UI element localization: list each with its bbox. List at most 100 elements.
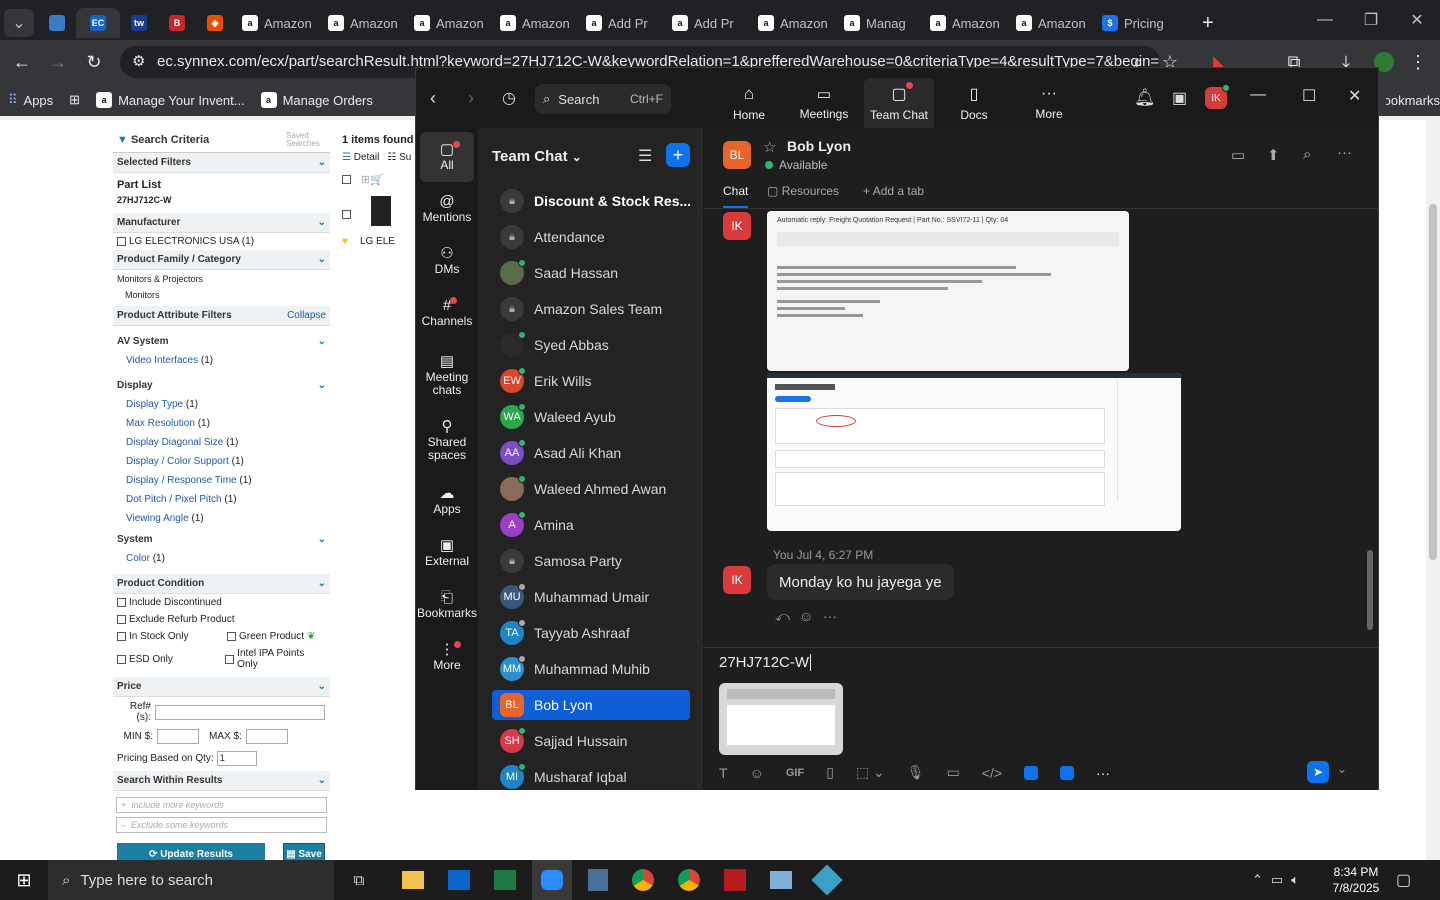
minimize-button[interactable]: — bbox=[1302, 0, 1348, 40]
forward-arrow-icon[interactable]: › bbox=[468, 88, 474, 109]
search-icon[interactable]: ⌕ bbox=[1303, 146, 1311, 163]
add-tab-button[interactable]: + Add a tab bbox=[863, 184, 924, 198]
code-snippet-icon[interactable]: </> bbox=[982, 765, 1002, 781]
excel-icon[interactable] bbox=[494, 870, 516, 890]
search-within-header[interactable]: Search Within Results ⌄ bbox=[113, 771, 330, 791]
chat-list-item[interactable]: Waleed Ahmed Awan bbox=[492, 474, 690, 504]
filter-display-2[interactable]: Display Diagonal Size (1) bbox=[113, 433, 330, 452]
bookmark-apps[interactable]: ⠿ Apps bbox=[0, 92, 61, 108]
emoji-reaction-icon[interactable]: ☺ bbox=[799, 608, 813, 624]
taskbar-search[interactable]: ⌕ Type here to search bbox=[48, 860, 334, 900]
bookmark-grid[interactable]: ⊞ bbox=[61, 92, 88, 108]
pricing-qty-input[interactable]: 1 bbox=[216, 751, 257, 766]
product-condition-header[interactable]: Product Condition ⌄ bbox=[113, 574, 330, 594]
tab-12[interactable]: a Amazon bbox=[750, 8, 836, 38]
more-tools-icon[interactable]: ··· bbox=[1096, 765, 1110, 781]
include-discontinued-checkbox[interactable]: Include Discontinued bbox=[113, 594, 330, 611]
chrome-icon[interactable] bbox=[632, 869, 654, 891]
tab-16[interactable]: $ Pricing bbox=[1094, 8, 1194, 38]
file-icon[interactable]: ▯ bbox=[826, 764, 834, 781]
share-screen-icon[interactable]: ⬆ bbox=[1267, 146, 1280, 164]
outlook-icon[interactable] bbox=[448, 870, 470, 890]
in-stock-only-checkbox[interactable]: In Stock Only bbox=[113, 628, 223, 645]
edge-taskbar-icon[interactable] bbox=[811, 864, 843, 896]
rail-shared-spaces[interactable]: ⚲ Shared spaces bbox=[420, 411, 474, 471]
green-product-checkbox[interactable]: Green Product ❦ bbox=[223, 628, 319, 645]
tab-search-button[interactable]: ⌄ bbox=[4, 9, 34, 37]
item-checkbox[interactable] bbox=[342, 210, 351, 219]
tab-home[interactable]: ⌂ Home bbox=[714, 78, 784, 128]
av-system-header[interactable]: AV System ⌄ bbox=[113, 332, 330, 351]
rail-apps[interactable]: ☁ Apps bbox=[420, 476, 474, 526]
bell-icon[interactable]: 🔔︎ bbox=[1134, 88, 1156, 108]
close-button[interactable]: ✕ bbox=[1394, 0, 1440, 40]
filter-color[interactable]: Color (1) bbox=[113, 549, 330, 568]
tab-more[interactable]: ··· More bbox=[1014, 78, 1084, 128]
tab-11[interactable]: a Add Pr bbox=[664, 8, 750, 38]
bookmark-all[interactable]: Bookmarks bbox=[1378, 93, 1440, 108]
detail-view-tab[interactable]: ☰ Detail bbox=[342, 152, 379, 163]
new-chat-button[interactable]: + bbox=[666, 143, 690, 167]
chat-tab-chat[interactable]: Chat bbox=[723, 184, 749, 208]
rail-dms[interactable]: ⚇ DMs bbox=[420, 236, 474, 286]
more-options-icon[interactable]: ··· bbox=[1337, 144, 1352, 161]
filter-display-4[interactable]: Display / Response Time (1) bbox=[113, 471, 330, 490]
app-icon-blue[interactable] bbox=[770, 871, 792, 889]
collapse-link[interactable]: Collapse bbox=[287, 310, 326, 321]
rail-meeting-chats[interactable]: ▤ Meeting chats bbox=[420, 346, 474, 406]
tab-13[interactable]: a Manag bbox=[836, 8, 922, 38]
reload-button[interactable]: ↻ bbox=[80, 48, 108, 76]
chat-list-item[interactable]: MU Muhammad Umair bbox=[492, 582, 690, 612]
rail-mentions[interactable]: @ Mentions bbox=[420, 184, 474, 234]
screenshot-icon[interactable]: ⬚ ⌄ bbox=[856, 764, 885, 781]
team-chat-dropdown[interactable]: Team Chat ⌄ bbox=[492, 148, 582, 165]
tab-red[interactable]: B bbox=[162, 9, 192, 37]
cart-icon[interactable]: ⊞🛒 bbox=[361, 173, 384, 186]
filter-display-1[interactable]: Max Resolution (1) bbox=[113, 414, 330, 433]
exclude-refurb-checkbox[interactable]: Exclude Refurb Product bbox=[113, 611, 330, 628]
tab-add[interactable]: + bbox=[1194, 8, 1234, 38]
video-call-icon[interactable]: ▭ bbox=[1231, 146, 1245, 164]
chat-list-item[interactable]: TA Tayyab Ashraaf bbox=[492, 618, 690, 648]
chat-list-item[interactable]: Syed Abbas bbox=[492, 330, 690, 360]
rail-more[interactable]: ⋮ More bbox=[420, 632, 474, 682]
app-icon-blue-2[interactable] bbox=[1060, 765, 1075, 780]
chat-list-item[interactable]: EW Erik Wills bbox=[492, 366, 690, 396]
emoji-icon[interactable]: ☺ bbox=[750, 765, 764, 781]
rail-all[interactable]: ▢ All bbox=[420, 132, 474, 182]
chat-list-item[interactable]: Saad Hassan bbox=[492, 258, 690, 288]
tab-7[interactable]: a Amazon bbox=[320, 8, 406, 38]
select-all-checkbox[interactable] bbox=[342, 175, 351, 184]
chat-list-item[interactable]: 🔒︎ Amazon Sales Team bbox=[492, 294, 690, 324]
filter-display-5[interactable]: Dot Pitch / Pixel Pitch (1) bbox=[113, 490, 330, 509]
product-family-2[interactable]: Monitors bbox=[113, 286, 330, 306]
bookmark-manage-inventory[interactable]: a Manage Your Invent... bbox=[88, 92, 252, 108]
chat-list-item[interactable]: 🔒︎ Attendance bbox=[492, 222, 690, 252]
tab-meetings[interactable]: ▭ Meetings bbox=[789, 78, 859, 128]
chrome-profile-icon[interactable] bbox=[678, 869, 700, 891]
kebab-menu-icon[interactable]: ⋮ bbox=[1404, 48, 1432, 76]
tab-ec-active[interactable]: EC bbox=[76, 8, 120, 38]
esd-only-checkbox[interactable]: ESD Only bbox=[113, 645, 221, 673]
message-more-icon[interactable]: ··· bbox=[823, 608, 837, 624]
rail-bookmarks[interactable]: ⎗ Bookmarks bbox=[417, 580, 477, 630]
filter-display-0[interactable]: Display Type (1) bbox=[113, 395, 330, 414]
send-button[interactable]: ➤ bbox=[1307, 761, 1329, 783]
zoom-taskbar-icon[interactable] bbox=[532, 860, 572, 900]
tab-orange[interactable]: ◈ bbox=[200, 9, 230, 37]
filter-display-3[interactable]: Display / Color Support (1) bbox=[113, 452, 330, 471]
selected-filters-header[interactable]: Selected Filters ⌄ bbox=[113, 153, 330, 173]
chat-list-item[interactable]: AA Asad Ali Khan bbox=[492, 438, 690, 468]
microphone-icon[interactable]: 🎙︎ bbox=[907, 764, 925, 781]
rail-channels[interactable]: # Channels bbox=[420, 288, 474, 338]
order-details-screenshot-attachment[interactable] bbox=[767, 373, 1181, 531]
manufacturer-header[interactable]: Manufacturer ⌄ bbox=[113, 213, 330, 233]
user-avatar[interactable]: IK bbox=[1205, 84, 1230, 109]
saved-searches-link[interactable]: Saved Searches bbox=[286, 132, 326, 148]
max-price-input[interactable] bbox=[245, 729, 288, 744]
email-screenshot-attachment[interactable]: Automatic reply: Freight Quotation Reque… bbox=[767, 211, 1129, 371]
restore-button[interactable]: ❐ bbox=[1348, 0, 1394, 40]
history-icon[interactable]: ◷ bbox=[502, 88, 516, 108]
format-text-icon[interactable]: T bbox=[719, 765, 728, 781]
chat-list-item[interactable]: MI Musharaf Iqbal bbox=[492, 762, 690, 792]
